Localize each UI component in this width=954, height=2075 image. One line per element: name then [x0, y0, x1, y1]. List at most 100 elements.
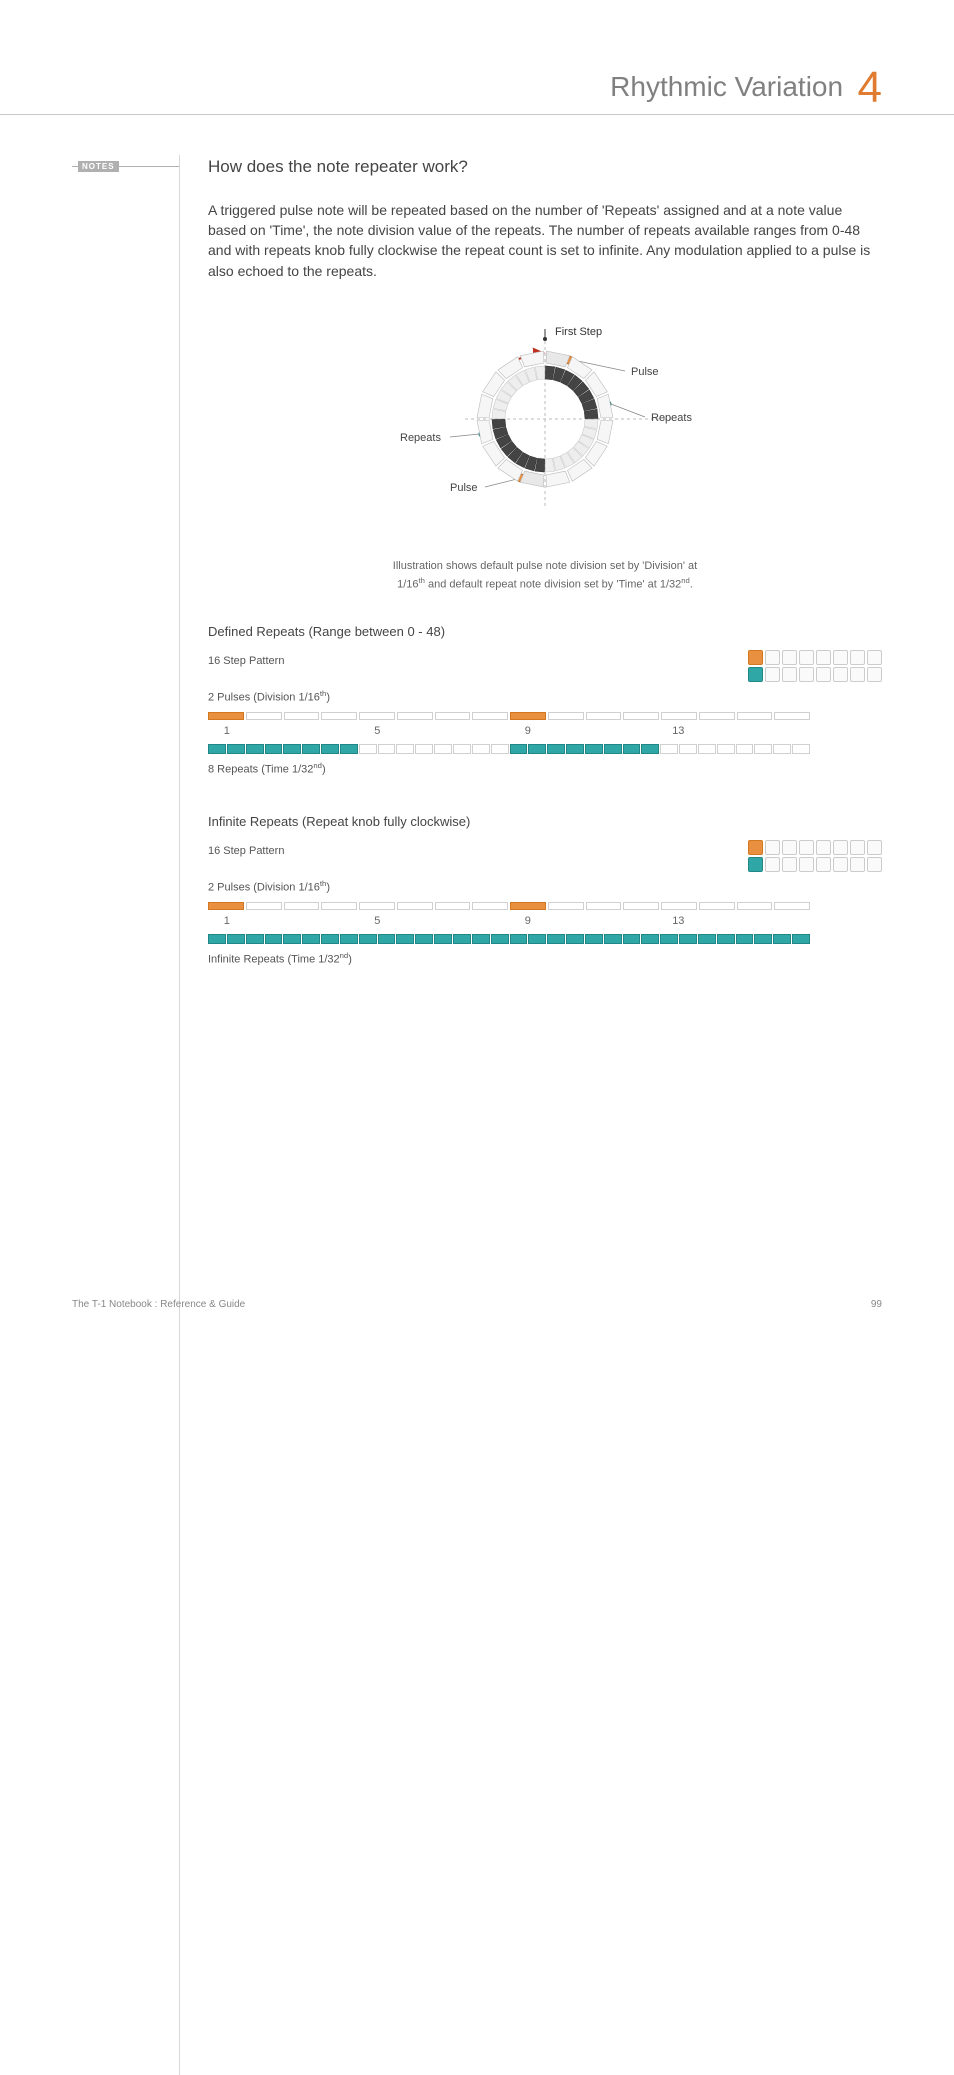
- step-number: [547, 914, 585, 930]
- step-number: [434, 724, 472, 740]
- pad-cell: [782, 667, 797, 682]
- step-number: 5: [359, 724, 397, 740]
- repeat-slot: [434, 744, 452, 754]
- step-number: [697, 914, 735, 930]
- step-number: [697, 724, 735, 740]
- pad-cell: [748, 857, 763, 872]
- repeat-slot: [641, 744, 659, 754]
- main-content: How does the note repeater work? A trigg…: [180, 155, 882, 975]
- pad-grid-2: [748, 840, 882, 872]
- repeat-slot: [528, 744, 546, 754]
- sidebar: NOTES: [0, 155, 180, 975]
- label-pulse-right: Pulse: [631, 366, 659, 378]
- pad-cell: [867, 840, 882, 855]
- step-number: [772, 914, 810, 930]
- pulse-slot: [661, 712, 697, 720]
- pulse-slot: [510, 902, 546, 910]
- repeat-slot: [396, 934, 414, 944]
- pad-cell: [867, 667, 882, 682]
- repeat-slot: [359, 744, 377, 754]
- pulse-slot: [737, 712, 773, 720]
- pulse-slot: [586, 902, 622, 910]
- pulse-slot: [737, 902, 773, 910]
- repeat-slot: [660, 934, 678, 944]
- repeat-slot: [623, 744, 641, 754]
- pad-cell: [816, 650, 831, 665]
- step-number: [584, 724, 622, 740]
- step-number: [246, 724, 284, 740]
- repeat-slot: [604, 934, 622, 944]
- repeat-slot: [773, 934, 791, 944]
- repeat-slot: [566, 744, 584, 754]
- pulse-slot: [661, 902, 697, 910]
- pad-cell: [748, 650, 763, 665]
- repeat-slot: [321, 934, 339, 944]
- step-circle-svg: First Step Pulse Repeats Repeats Pulse: [355, 309, 735, 529]
- pad-cell: [748, 667, 763, 682]
- repeat-slot: [566, 934, 584, 944]
- repeat-slot: [660, 744, 678, 754]
- label-repeats-left: Repeats: [400, 432, 441, 444]
- repeat-slot: [472, 934, 490, 944]
- content-area: NOTES How does the note repeater work? A…: [0, 115, 954, 975]
- step-number: 9: [509, 914, 547, 930]
- repeat-slot: [717, 744, 735, 754]
- chapter-title: Rhythmic Variation: [610, 71, 843, 103]
- repeat-slot: [547, 934, 565, 944]
- pulse-slot: [397, 712, 433, 720]
- repeat-slot: [623, 934, 641, 944]
- pad-cell: [867, 650, 882, 665]
- repeat-slot: [283, 744, 301, 754]
- step-number: [396, 914, 434, 930]
- pulse-slot: [246, 902, 282, 910]
- pad-cell: [833, 650, 848, 665]
- step-number: 13: [660, 914, 698, 930]
- section1-pattern-label: 16 Step Pattern: [208, 654, 284, 670]
- repeat-slot: [453, 744, 471, 754]
- pulse-timeline-2: 15913: [208, 902, 882, 944]
- repeat-slot: [396, 744, 414, 754]
- pulse-slot: [359, 902, 395, 910]
- pad-cell: [799, 857, 814, 872]
- pad-cell: [816, 840, 831, 855]
- repeat-slot: [698, 934, 716, 944]
- repeat-slot: [246, 744, 264, 754]
- pad-cell: [833, 667, 848, 682]
- sidebar-divider: [179, 155, 180, 2075]
- notes-label: NOTES: [78, 161, 119, 172]
- pad-cell: [799, 840, 814, 855]
- section2-pulses-label: 2 Pulses (Division 1/16th): [208, 878, 882, 897]
- pad-cell: [850, 857, 865, 872]
- pad-cell: [816, 667, 831, 682]
- section1-pulses-label: 2 Pulses (Division 1/16th): [208, 688, 882, 707]
- repeat-slot: [283, 934, 301, 944]
- pulse-slot: [586, 712, 622, 720]
- step-number: [735, 914, 773, 930]
- repeat-slot: [679, 934, 697, 944]
- step-number: 13: [660, 724, 698, 740]
- chapter-number: 4: [858, 66, 882, 110]
- pad-cell: [833, 857, 848, 872]
- repeat-slot: [227, 934, 245, 944]
- pulse-slot: [699, 902, 735, 910]
- repeat-slot: [717, 934, 735, 944]
- repeat-slot: [208, 934, 226, 944]
- pad-cell: [748, 840, 763, 855]
- pulse-slot: [699, 712, 735, 720]
- pad-cell: [782, 650, 797, 665]
- repeat-slot: [773, 744, 791, 754]
- footer-page-number: 99: [871, 1299, 882, 1310]
- repeat-slot: [792, 934, 810, 944]
- step-number: [396, 724, 434, 740]
- repeat-slot: [434, 934, 452, 944]
- pulse-slot: [435, 712, 471, 720]
- pulse-slot: [208, 902, 244, 910]
- pad-grid-1: [748, 650, 882, 682]
- repeat-slot: [792, 744, 810, 754]
- repeat-slot: [415, 744, 433, 754]
- step-number: [622, 914, 660, 930]
- pulse-slot: [284, 902, 320, 910]
- pulse-slot: [510, 712, 546, 720]
- pulse-slot: [284, 712, 320, 720]
- pulse-slot: [321, 902, 357, 910]
